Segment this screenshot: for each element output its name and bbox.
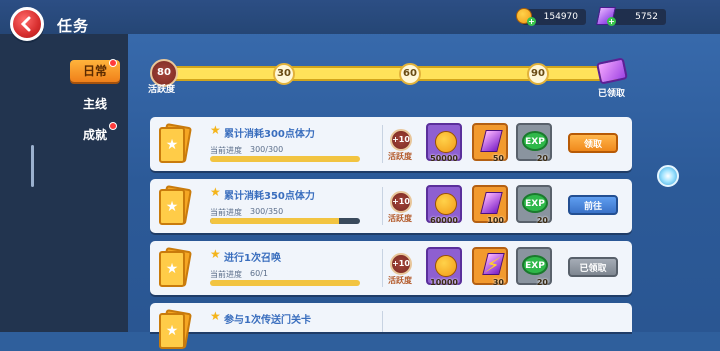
task-cards-icon: ★	[159, 185, 195, 227]
activity-progress-bar	[165, 66, 620, 81]
star-icon: ★	[210, 247, 221, 261]
exp-icon: EXP	[522, 255, 548, 275]
coin-icon	[435, 193, 457, 215]
milestone-30[interactable]: 30	[273, 63, 295, 85]
divider	[382, 249, 383, 287]
lightning-icon: ⚡	[482, 253, 505, 277]
task-title: 累计消耗350点体力	[224, 191, 315, 202]
star-icon: ★	[210, 123, 221, 137]
progress-value: 300/350	[250, 207, 284, 216]
progress-label: 当前进度	[210, 208, 242, 217]
claim-button[interactable]: 领取	[568, 133, 618, 153]
task-progress-bar	[210, 218, 360, 224]
reward-amount: 100	[487, 216, 504, 225]
exp-reward[interactable]: EXP 20	[516, 123, 552, 163]
task-cards-icon: ★	[159, 123, 195, 165]
sidebar-scrollbar[interactable]	[31, 145, 34, 187]
task-title: 累计消耗300点体力	[224, 129, 315, 140]
arrow-left-icon	[20, 16, 31, 32]
activity-reward-badge: +10	[390, 129, 412, 151]
coin-reward[interactable]: 60000	[426, 185, 462, 225]
activity-label: 活跃度	[148, 85, 176, 95]
chest-status-label: 已领取	[598, 89, 626, 99]
claimed-button: 已领取	[568, 257, 618, 277]
energy-reward[interactable]: ⚡ 30	[472, 247, 508, 287]
divider	[382, 187, 383, 225]
coin-reward[interactable]: 50000	[426, 123, 462, 163]
exp-icon: EXP	[522, 131, 548, 151]
task-card: ★ ★ 参与1次传送门关卡	[150, 303, 632, 349]
add-coin-button[interactable]: +	[527, 17, 536, 26]
go-button[interactable]: 前往	[568, 195, 618, 215]
floating-orb-button[interactable]	[657, 165, 679, 187]
achievement-notification-dot	[109, 122, 117, 130]
milestone-60[interactable]: 60	[399, 63, 421, 85]
milestone-30-label: 30	[277, 68, 291, 79]
coin-icon	[435, 131, 457, 153]
coin-icon	[435, 255, 457, 277]
progress-value: 60/1	[250, 269, 268, 278]
star-icon: ★	[210, 309, 221, 323]
reward-amount: 50000	[430, 154, 458, 163]
task-cards-icon: ★	[159, 247, 195, 289]
milestone-90[interactable]: 90	[527, 63, 549, 85]
back-button[interactable]	[10, 7, 44, 41]
reward-amount: 20	[536, 216, 548, 225]
gem-reward[interactable]: 50	[472, 123, 508, 163]
exp-icon: EXP	[522, 193, 548, 213]
coin-amount: 154970	[543, 12, 578, 22]
reward-amount: 20	[536, 154, 548, 163]
tab-main-label: 主线	[82, 97, 107, 111]
gem-amount: 5752	[635, 12, 658, 22]
milestone-90-label: 90	[531, 68, 545, 79]
task-cards-icon: ★	[159, 309, 195, 351]
tab-achievement[interactable]: 成就	[78, 126, 112, 143]
divider	[382, 125, 383, 163]
activity-reward-badge: +10	[390, 191, 412, 213]
activity-reward-label: 活跃度	[388, 152, 412, 161]
exp-reward[interactable]: EXP 20	[516, 185, 552, 225]
reward-amount: 60000	[430, 216, 458, 225]
progress-value: 300/300	[250, 145, 284, 154]
sidebar	[0, 0, 128, 332]
milestone-60-label: 60	[403, 68, 417, 79]
divider	[382, 311, 383, 332]
activity-value: 80	[157, 67, 171, 78]
tab-daily-label: 日常	[82, 64, 107, 78]
reward-amount: 20	[536, 278, 548, 287]
gem-icon	[480, 192, 503, 214]
task-progress-bar	[210, 280, 360, 286]
tab-main[interactable]: 主线	[78, 95, 112, 112]
tab-achievement-label: 成就	[82, 128, 107, 142]
activity-reward-label: 活跃度	[388, 276, 412, 285]
task-title: 进行1次召唤	[224, 253, 281, 264]
daily-notification-dot	[109, 59, 117, 67]
exp-reward[interactable]: EXP 20	[516, 247, 552, 287]
page-title: 任务	[57, 17, 90, 35]
progress-label: 当前进度	[210, 146, 242, 155]
gem-icon	[480, 130, 503, 152]
coin-reward[interactable]: 10000	[426, 247, 462, 287]
task-title: 参与1次传送门关卡	[224, 315, 311, 326]
star-icon: ★	[210, 185, 221, 199]
activity-reward-badge: +10	[390, 253, 412, 275]
task-card: ★ ★ 累计消耗300点体力 当前进度 300/300 +10 活跃度 5000…	[150, 117, 632, 171]
add-gem-button[interactable]: +	[607, 17, 616, 26]
task-progress-bar	[210, 156, 360, 162]
task-card: ★ ★ 进行1次召唤 当前进度 60/1 +10 活跃度 10000 ⚡ 30 E…	[150, 241, 632, 295]
reward-amount: 50	[492, 154, 504, 163]
gem-reward[interactable]: 100	[472, 185, 508, 225]
reward-amount: 30	[492, 278, 504, 287]
activity-reward-label: 活跃度	[388, 214, 412, 223]
task-card: ★ ★ 累计消耗350点体力 当前进度 300/350 +10 活跃度 6000…	[150, 179, 632, 233]
progress-label: 当前进度	[210, 270, 242, 279]
reward-amount: 10000	[430, 278, 458, 287]
